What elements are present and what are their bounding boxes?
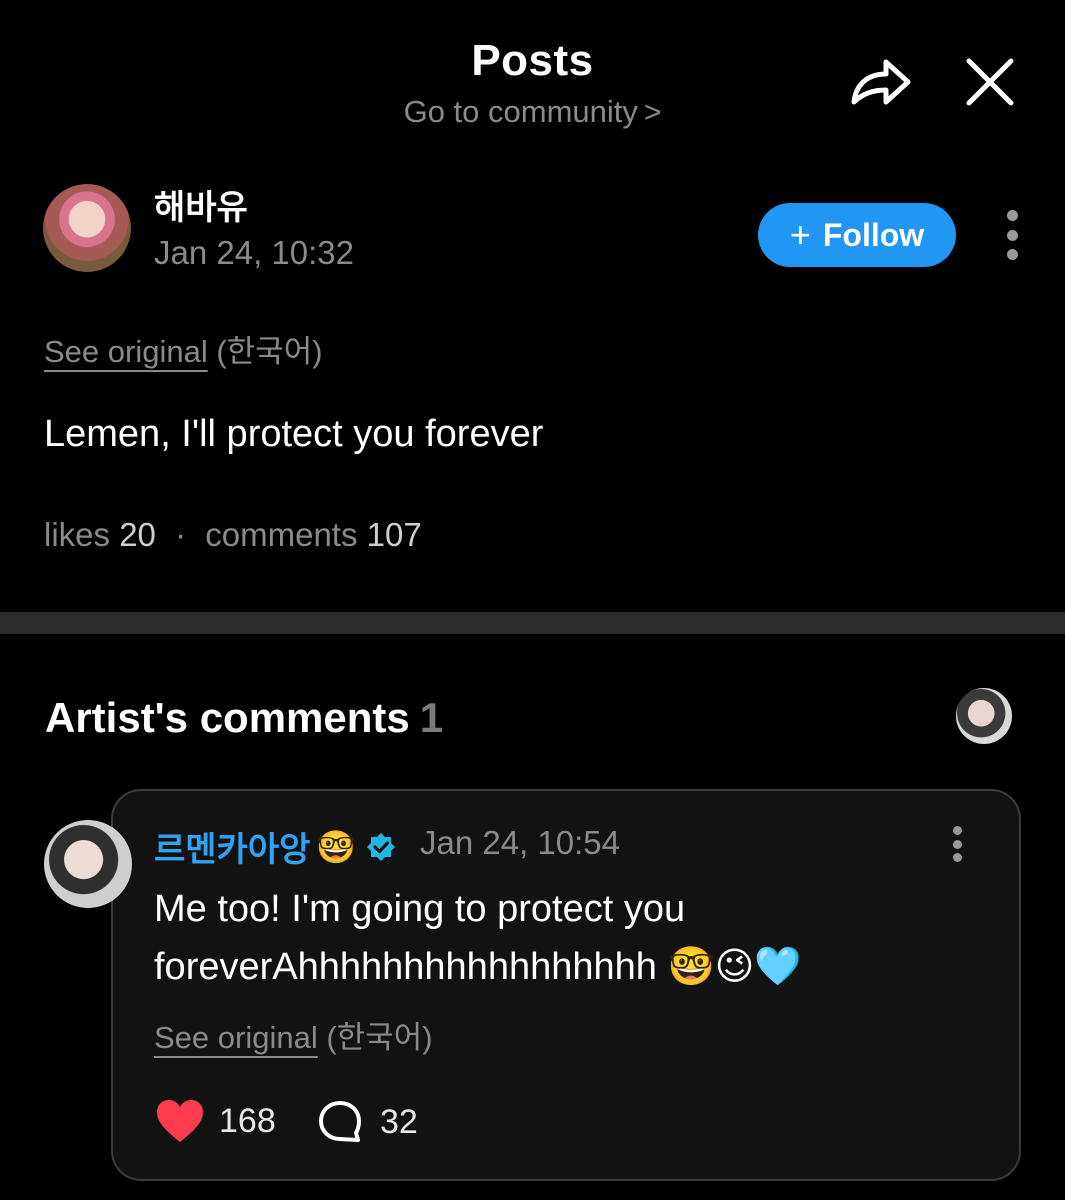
comment-bubble-icon bbox=[319, 1101, 361, 1142]
comment-see-original: See original (한국어) bbox=[154, 1012, 433, 1057]
comments-count[interactable]: 107 bbox=[367, 516, 422, 553]
comment-author-name: 르멘카아앙 bbox=[154, 831, 311, 869]
likes-count: 20 bbox=[119, 516, 156, 553]
section-divider bbox=[0, 612, 1065, 634]
more-vertical-icon bbox=[1006, 210, 1018, 221]
likes-label: likes bbox=[44, 516, 111, 553]
original-language: (한국어) bbox=[216, 334, 323, 369]
reply-count: 32 bbox=[380, 1102, 418, 1141]
share-button[interactable] bbox=[845, 52, 915, 112]
plus-icon: + bbox=[789, 214, 811, 255]
see-original-link[interactable]: See original bbox=[154, 1020, 318, 1055]
chevron-right-icon: > bbox=[643, 96, 662, 129]
comment-like-button[interactable]: 168 bbox=[155, 1098, 276, 1144]
comment-author[interactable]: 르멘카아앙 🤓 bbox=[154, 822, 396, 871]
post-see-original: See original (한국어) bbox=[44, 326, 323, 371]
close-icon bbox=[966, 58, 1014, 106]
artist-comments-heading: Artist's comments 1 bbox=[45, 694, 443, 742]
like-count: 168 bbox=[219, 1101, 276, 1140]
post-stats: likes 20 · comments 107 bbox=[44, 516, 422, 554]
comment-timestamp: Jan 24, 10:54 bbox=[420, 824, 620, 861]
more-vertical-icon bbox=[952, 826, 962, 835]
see-original-link[interactable]: See original bbox=[44, 334, 208, 369]
artist-comments-count: 1 bbox=[419, 694, 444, 741]
close-button[interactable] bbox=[958, 52, 1022, 112]
share-icon bbox=[851, 59, 911, 105]
original-language: (한국어) bbox=[326, 1020, 433, 1055]
artist-avatar-small[interactable] bbox=[956, 688, 1012, 744]
verified-badge-icon bbox=[366, 832, 396, 862]
post-timestamp: Jan 24, 10:32 bbox=[154, 234, 354, 271]
go-to-community-label: Go to community bbox=[403, 94, 638, 129]
heart-icon bbox=[157, 1100, 203, 1142]
comment-author-avatar[interactable] bbox=[44, 820, 132, 908]
comments-label[interactable]: comments bbox=[205, 516, 357, 553]
post-author-avatar[interactable] bbox=[43, 184, 131, 272]
nerd-face-emoji: 🤓 bbox=[316, 828, 357, 865]
post-author-name[interactable]: 해바유 bbox=[154, 180, 248, 229]
artist-comments-title: Artist's comments bbox=[45, 694, 410, 741]
follow-label: Follow bbox=[822, 216, 925, 253]
comment-more-button[interactable] bbox=[950, 826, 964, 862]
post-more-button[interactable] bbox=[1002, 210, 1022, 260]
stats-separator: · bbox=[175, 516, 187, 553]
follow-button[interactable]: + Follow bbox=[758, 203, 956, 267]
comment-body: Me too! I'm going to protect you forever… bbox=[154, 888, 802, 988]
comment-reply-button[interactable]: 32 bbox=[318, 1100, 418, 1144]
post-body: Lemen, I'll protect you forever bbox=[44, 413, 544, 455]
